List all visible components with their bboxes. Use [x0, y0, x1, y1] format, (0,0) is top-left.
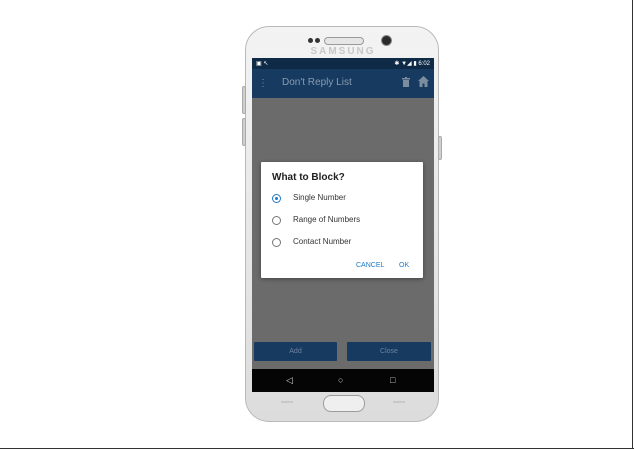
trash-icon[interactable]	[402, 77, 410, 87]
app-bar: ⋮ Don't Reply List	[252, 69, 434, 98]
signal-icons: ✱ ▼◢ ▮	[394, 61, 417, 67]
add-button[interactable]: Add	[254, 342, 337, 361]
option-label: Single Number	[293, 193, 346, 202]
home-icon[interactable]	[418, 76, 429, 87]
close-button[interactable]: Close	[347, 342, 431, 361]
phone-screen: ▣ ↖ ✱ ▼◢ ▮ 6:02 ⋮ Don't Reply List Add C…	[252, 58, 434, 392]
speaker-grille	[324, 37, 364, 45]
block-type-dialog: What to Block? Single Number Range of Nu…	[261, 162, 423, 278]
status-right: ✱ ▼◢ ▮ 6:02	[394, 60, 430, 67]
radio-selected-icon[interactable]	[272, 194, 281, 203]
front-camera	[381, 35, 392, 46]
navigation-bar: ◁ ○ □	[252, 369, 434, 392]
option-label: Range of Numbers	[293, 215, 361, 224]
sensor-dot	[315, 38, 320, 43]
notification-icons: ▣ ↖	[256, 61, 269, 67]
home-icon[interactable]: ○	[338, 375, 343, 385]
sensor-dot	[308, 38, 313, 43]
radio-unselected-icon[interactable]	[272, 238, 281, 247]
brand-logo: SAMSUNG	[310, 46, 376, 57]
recents-icon[interactable]: □	[390, 375, 395, 385]
volume-button[interactable]	[242, 86, 246, 114]
app-title: Don't Reply List	[282, 77, 352, 88]
status-bar: ▣ ↖ ✱ ▼◢ ▮ 6:02	[252, 58, 434, 69]
cancel-button[interactable]: CANCEL	[356, 262, 384, 269]
ok-button[interactable]: OK	[399, 262, 409, 269]
power-button[interactable]	[438, 136, 442, 160]
hardware-home-button[interactable]	[323, 395, 365, 412]
menu-icon[interactable]: ⋮	[258, 78, 268, 89]
volume-button[interactable]	[242, 118, 246, 146]
hardware-recents-key[interactable]	[281, 401, 293, 403]
radio-unselected-icon[interactable]	[272, 216, 281, 225]
frame-bottom-border	[0, 448, 634, 449]
option-label: Contact Number	[293, 237, 352, 246]
back-icon[interactable]: ◁	[286, 375, 293, 386]
frame-right-border	[632, 0, 633, 449]
dialog-title: What to Block?	[272, 172, 345, 183]
hardware-back-key[interactable]	[393, 401, 405, 403]
status-time: 6:02	[418, 61, 430, 67]
